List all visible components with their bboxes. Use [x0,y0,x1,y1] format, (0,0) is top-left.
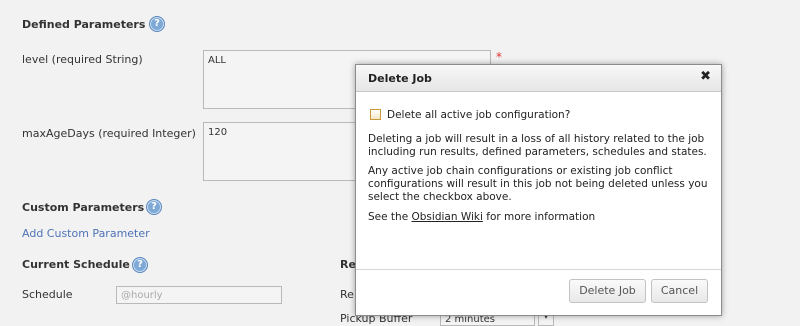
right-field-label: Re [340,288,354,301]
defined-parameters-heading: Defined Parameters [22,18,146,31]
dialog-divider [356,269,721,270]
max-age-days-input[interactable]: 120 [203,122,356,181]
level-label: level (required String) [22,53,143,66]
help-icon[interactable]: ? [132,257,148,273]
wiki-note-prefix: See the [368,211,412,223]
right-section-heading: Re [340,258,356,271]
close-icon[interactable]: ✖ [700,69,711,84]
dialog-warning-text: Deleting a job will result in a loss of … [368,133,707,158]
current-schedule-heading: Current Schedule [22,258,130,271]
custom-parameters-heading: Custom Parameters [22,201,145,214]
cancel-button[interactable]: Cancel [651,279,708,303]
help-icon[interactable]: ? [149,16,165,32]
dialog-conflict-text: Any active job chain configurations or e… [368,165,708,203]
required-marker: * [496,50,502,64]
delete-all-config-label[interactable]: Delete all active job configuration? [387,109,570,121]
obsidian-wiki-link[interactable]: Obsidian Wiki [412,211,483,223]
delete-job-dialog: Delete Job ✖ Delete all active job confi… [355,64,722,316]
max-age-days-label: maxAgeDays (required Integer) [22,127,196,140]
add-custom-parameter-link[interactable]: Add Custom Parameter [22,227,150,240]
help-icon[interactable]: ? [146,199,162,215]
schedule-input[interactable]: @hourly [116,286,282,304]
delete-all-config-checkbox[interactable] [370,109,381,120]
schedule-label: Schedule [22,288,73,301]
dialog-wiki-note: See the Obsidian Wiki for more informati… [368,211,713,224]
dialog-title: Delete Job [368,72,432,85]
wiki-note-suffix: for more information [482,211,596,223]
delete-job-button[interactable]: Delete Job [569,279,646,303]
dialog-header: Delete Job ✖ [356,65,721,92]
